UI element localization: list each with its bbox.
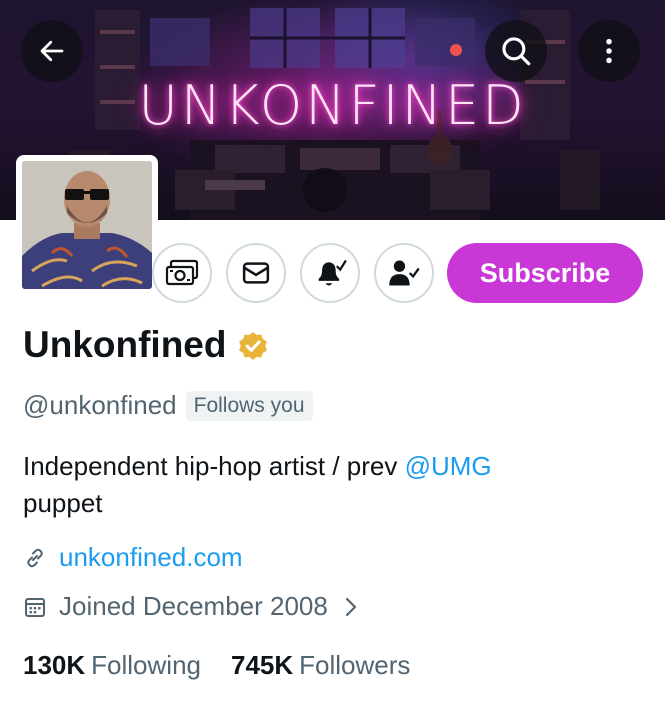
profile-avatar[interactable] xyxy=(16,155,158,295)
tip-button[interactable] xyxy=(152,243,212,303)
followers-stat[interactable]: 745K Followers xyxy=(231,650,410,681)
notifications-button[interactable] xyxy=(300,243,360,303)
website-row: unkonfined.com xyxy=(23,542,243,573)
followers-count: 745K xyxy=(230,650,294,680)
more-options-button[interactable] xyxy=(578,20,640,82)
arrow-left-icon xyxy=(40,40,64,62)
search-icon xyxy=(502,37,531,66)
bell-check-icon xyxy=(318,259,347,286)
follows-you-badge: Follows you xyxy=(185,390,313,421)
joined-row[interactable]: Joined December 2008 xyxy=(23,591,358,622)
search-button[interactable] xyxy=(485,20,547,82)
bio-text-end: puppet xyxy=(23,488,103,518)
avatar-image xyxy=(22,161,152,289)
followers-label: Followers xyxy=(299,650,411,680)
display-name: Unkonfined xyxy=(23,324,227,365)
name-row: Unkonfined xyxy=(23,324,270,366)
avatar-portrait xyxy=(22,161,152,289)
handle-row: @unkonfined Follows you xyxy=(23,390,313,421)
following-stat[interactable]: 130K Following xyxy=(23,650,201,681)
verified-badge-icon[interactable] xyxy=(236,330,270,364)
following-label: Following xyxy=(91,650,201,680)
calendar-icon xyxy=(25,597,45,617)
user-handle: @unkonfined xyxy=(23,390,177,420)
following-count: 130K xyxy=(23,650,86,680)
mail-icon xyxy=(242,262,270,284)
follow-stats: 130K Following 745K Followers xyxy=(23,650,410,681)
bio-text: Independent hip-hop artist / prev xyxy=(23,451,405,481)
joined-date: Joined December 2008 xyxy=(59,591,328,621)
link-icon xyxy=(27,548,43,567)
back-button[interactable] xyxy=(21,20,83,82)
website-link[interactable]: unkonfined.com xyxy=(59,542,243,573)
more-vertical-icon xyxy=(606,38,612,64)
chevron-right-icon xyxy=(345,597,356,616)
banner-logo-text: UNKONFINED xyxy=(138,74,527,137)
message-button[interactable] xyxy=(226,243,286,303)
user-check-icon xyxy=(389,260,420,286)
following-button[interactable] xyxy=(374,243,434,303)
profile-bio: Independent hip-hop artist / prev @UMG pu… xyxy=(23,448,633,522)
subscribe-button[interactable]: Subscribe xyxy=(447,243,643,303)
bio-mention-link[interactable]: @UMG xyxy=(405,451,492,481)
money-icon xyxy=(165,259,199,286)
